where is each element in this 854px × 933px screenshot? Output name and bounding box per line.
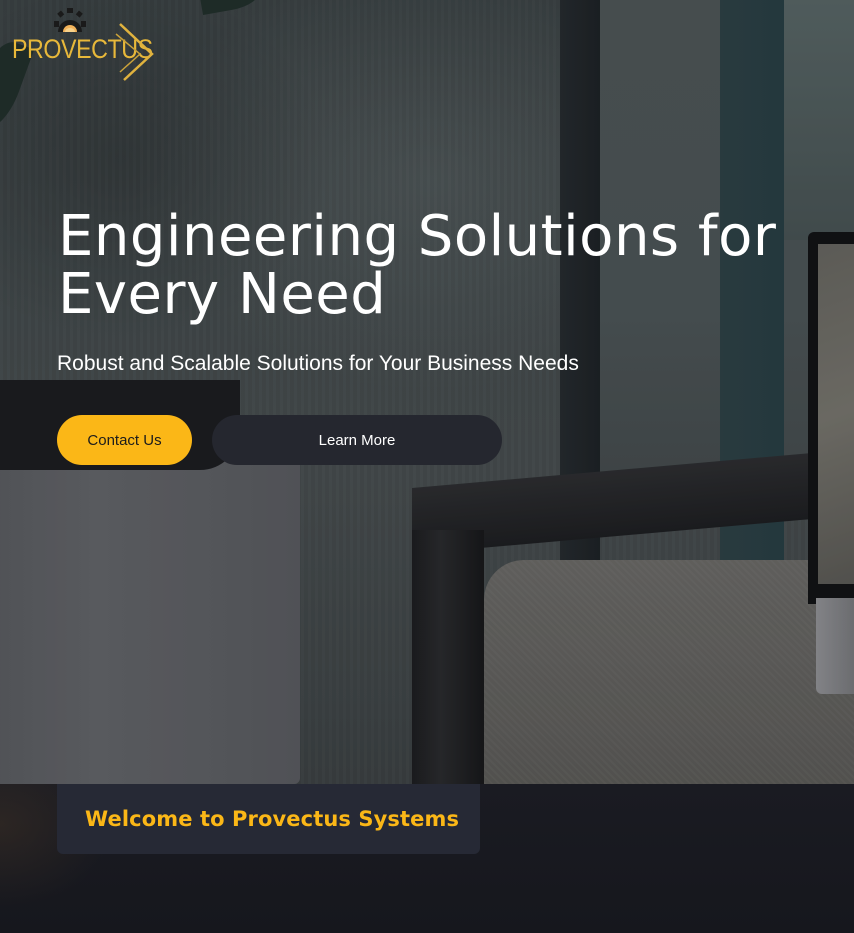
- brand-logo[interactable]: PROVECTUS: [10, 8, 155, 82]
- welcome-title: Welcome to Provectus Systems: [85, 807, 460, 831]
- learn-more-button[interactable]: Learn More: [212, 415, 502, 465]
- hero-headline: Engineering Solutions for Every Need: [58, 204, 777, 327]
- hero-overlay: [0, 0, 854, 784]
- welcome-card: Welcome to Provectus Systems: [57, 784, 480, 854]
- gear-icon: [54, 8, 86, 32]
- hero-section: [0, 0, 854, 784]
- contact-us-button[interactable]: Contact Us: [57, 415, 192, 465]
- hero-subheadline: Robust and Scalable Solutions for Your B…: [57, 352, 579, 375]
- chevron-right-icon: [115, 23, 154, 81]
